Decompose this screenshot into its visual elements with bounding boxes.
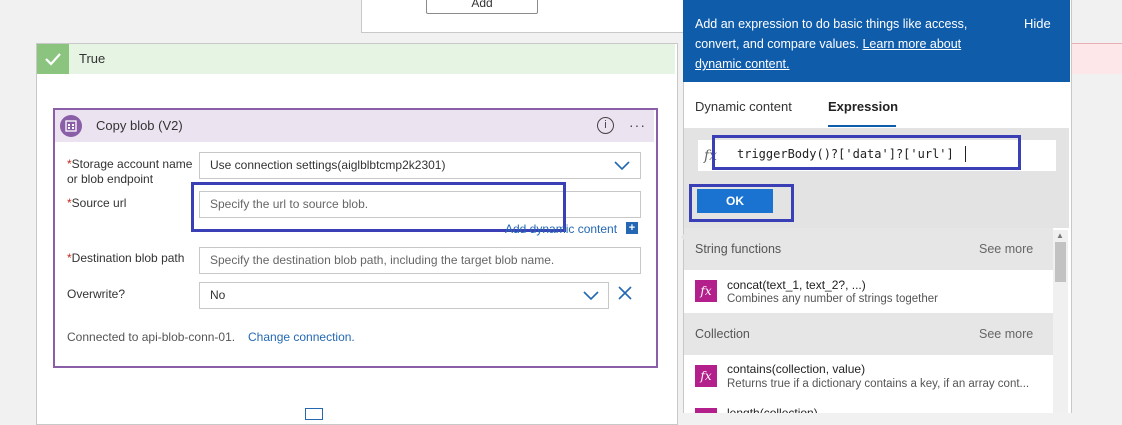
- banner-text: Add an expression to do basic things lik…: [695, 17, 968, 71]
- function-name: concat(text_1, text_2?, ...): [727, 278, 866, 292]
- function-icon: fx: [695, 280, 717, 302]
- add-step-stub[interactable]: [305, 408, 323, 420]
- function-description: Combines any number of strings together: [727, 293, 938, 305]
- connection-status: Connected to api-blob-conn-01.: [67, 330, 236, 344]
- function-description: Returns true if a dictionary contains a …: [727, 378, 1030, 390]
- expression-highlight: [712, 135, 1021, 170]
- scroll-up-arrow[interactable]: ▲: [1056, 231, 1064, 240]
- blob-storage-icon: [60, 115, 82, 137]
- function-name: length(collection): [727, 406, 818, 413]
- tab-dynamic-content[interactable]: Dynamic content: [695, 99, 792, 114]
- see-more-link[interactable]: See more: [979, 242, 1033, 256]
- function-icon: fx: [695, 365, 717, 387]
- storage-account-dropdown[interactable]: Use connection settings(aiglblbtcmp2k230…: [199, 152, 641, 179]
- true-branch-header[interactable]: [37, 44, 675, 74]
- section-title: Collection: [695, 327, 750, 341]
- function-name: contains(collection, value): [727, 362, 866, 376]
- see-more-link[interactable]: See more: [979, 327, 1033, 341]
- overwrite-dropdown[interactable]: No: [199, 282, 609, 309]
- chevron-down-icon: [583, 291, 599, 301]
- section-title: String functions: [695, 242, 782, 256]
- hide-panel-link[interactable]: Hide: [1024, 16, 1051, 31]
- card-title: Copy blob (V2): [96, 118, 183, 133]
- active-tab-indicator: [828, 125, 896, 127]
- add-dynamic-content-plus[interactable]: +: [626, 222, 638, 234]
- storage-account-label: *Storage account name or blob endpoint: [67, 157, 193, 186]
- destination-path-label: *Destination blob path: [67, 251, 185, 265]
- add-dynamic-content-link[interactable]: Add dynamic content: [505, 222, 617, 236]
- scrollbar-thumb[interactable]: [1055, 242, 1066, 282]
- change-connection-link[interactable]: Change connection.: [248, 330, 355, 344]
- chevron-down-icon: [614, 161, 630, 171]
- destination-path-input[interactable]: Specify the destination blob path, inclu…: [199, 247, 641, 274]
- true-branch-label: True: [79, 51, 106, 66]
- info-icon[interactable]: i: [597, 117, 614, 134]
- check-icon: [37, 44, 69, 74]
- close-icon[interactable]: [617, 285, 633, 304]
- copy-blob-card: [53, 108, 658, 368]
- function-icon: [695, 408, 717, 413]
- source-url-label: *Source url: [67, 196, 127, 210]
- tab-expression[interactable]: Expression: [828, 99, 898, 114]
- more-options-icon[interactable]: ···: [629, 117, 646, 133]
- overwrite-label: Overwrite?: [67, 287, 126, 301]
- add-button[interactable]: Add: [426, 0, 538, 14]
- ok-button-highlight: [689, 184, 794, 222]
- false-branch-header[interactable]: [1068, 43, 1122, 74]
